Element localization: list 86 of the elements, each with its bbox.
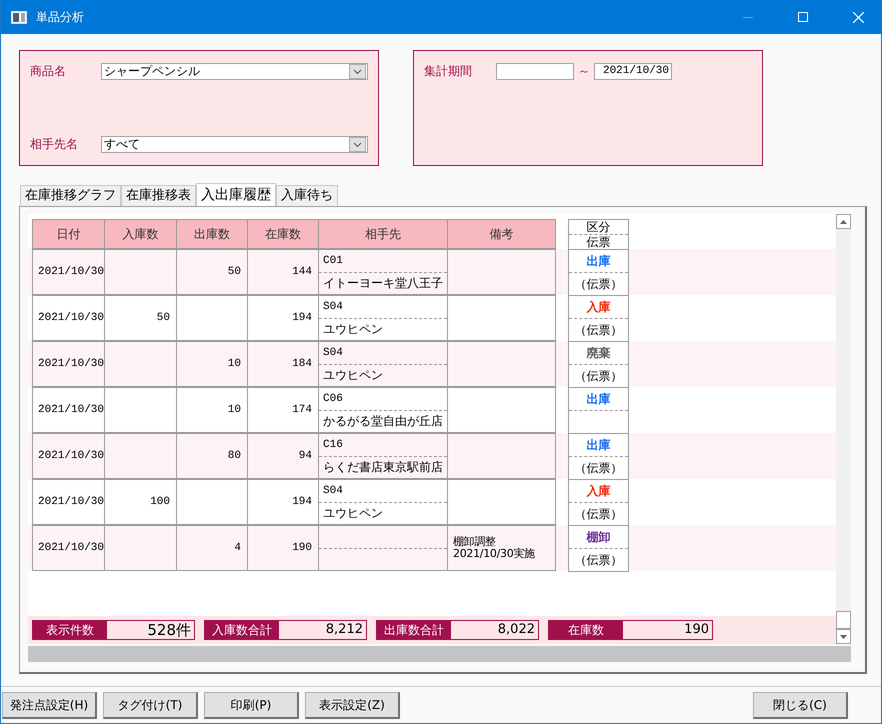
table-cell: 94	[247, 433, 319, 479]
table-cell: 4	[176, 525, 248, 571]
category-label: 出庫	[586, 436, 612, 454]
window-title: 単品分析	[36, 8, 85, 26]
table-cell: 144	[247, 249, 319, 295]
column-header: 区分	[586, 220, 612, 234]
column-header: 備考	[447, 219, 556, 249]
column-header: 在庫数	[247, 219, 319, 249]
tab[interactable]: 入庫待ち	[276, 185, 338, 206]
category-label: 出庫	[586, 252, 612, 270]
table-cell: 50	[176, 249, 248, 295]
category-label: 廃棄	[586, 344, 612, 362]
range-separator: ～	[578, 63, 590, 80]
summary-value: 190	[623, 621, 712, 639]
column-header: 日付	[32, 219, 105, 249]
action-button[interactable]: タグ付け(T)	[103, 692, 198, 719]
table-cell: ユウヒペン	[319, 318, 447, 340]
table-cell: 2021/10/30	[32, 341, 105, 387]
summary-label: 出庫数合計	[377, 621, 451, 639]
app-icon	[11, 10, 27, 24]
table-cell: 190	[247, 525, 319, 571]
field-label: 相手先名	[30, 136, 79, 153]
field-label: 商品名	[30, 63, 67, 80]
column-header: 出庫数	[176, 219, 248, 249]
close-dialog-button[interactable]: 閉じる(C)	[753, 692, 848, 719]
category-label: 棚卸	[585, 528, 612, 546]
table-cell: 10	[176, 387, 248, 433]
table-cell-text: C01	[322, 254, 344, 269]
scroll-up-icon[interactable]	[836, 214, 851, 229]
table-cell: イトーヨーキ堂八王子	[319, 272, 447, 294]
table-cell-text: S04	[322, 346, 344, 361]
table-cell: 174	[247, 387, 319, 433]
scroll-thumb[interactable]	[836, 611, 851, 629]
table-cell: 184	[247, 341, 319, 387]
column-header: 相手先	[318, 219, 448, 249]
tab[interactable]: 在庫推移表	[121, 185, 196, 206]
table-cell-text: C16	[322, 438, 344, 453]
table-cell-text: S04	[322, 484, 344, 499]
table-cell: 2021/10/30	[32, 479, 105, 525]
table-cell: 2021/10/30	[32, 387, 105, 433]
table-cell: 194	[247, 479, 319, 525]
column-header: 入庫数	[104, 219, 177, 249]
category-label: 入庫	[586, 482, 612, 500]
horizontal-scrollbar[interactable]	[28, 646, 851, 662]
category-label: 出庫	[586, 390, 612, 408]
table-cell-text: S04	[322, 300, 344, 315]
table-cell: かるがる堂自由が丘店	[319, 410, 447, 432]
table-cell: らくだ書店東京駅前店	[319, 456, 447, 478]
action-button[interactable]: 発注点設定(H)	[2, 692, 97, 719]
slip-link[interactable]: （伝票）	[569, 548, 628, 571]
combo-box[interactable]: シャープペンシル	[101, 63, 368, 80]
table-cell: 棚卸調整 2021/10/30実施	[447, 525, 556, 571]
table-cell	[176, 295, 248, 341]
table-cell	[176, 479, 248, 525]
scroll-down-icon[interactable]	[836, 629, 851, 644]
table-cell: ユウヒペン	[319, 502, 447, 524]
combo-box[interactable]: すべて	[101, 136, 368, 153]
tab[interactable]: 入出庫履歴	[196, 183, 276, 206]
table-cell-text: C06	[322, 392, 344, 407]
table-cell: 194	[247, 295, 319, 341]
summary-label: 入庫数合計	[205, 621, 279, 639]
table-cell: 2021/10/30	[32, 433, 105, 479]
table-cell: 80	[176, 433, 248, 479]
summary-label: 表示件数	[33, 621, 107, 639]
minimize-icon[interactable]	[743, 16, 753, 18]
table-cell: 2021/10/30	[32, 525, 105, 571]
summary-value: 8,212	[279, 621, 366, 639]
close-icon[interactable]	[852, 12, 864, 22]
table-cell: 2021/10/30	[32, 295, 105, 341]
vertical-scrollbar[interactable]	[836, 214, 851, 644]
table-cell: 2021/10/30	[32, 249, 105, 295]
summary-label: 在庫数	[549, 621, 623, 639]
date-field[interactable]: 2021/10/30	[594, 63, 672, 80]
summary-value: 528件	[107, 621, 194, 639]
action-button[interactable]: 表示設定(Z)	[305, 692, 400, 719]
action-button[interactable]: 印刷(P)	[204, 692, 299, 719]
table-cell: ユウヒペン	[319, 364, 447, 386]
category-label: 入庫	[586, 298, 612, 316]
date-field[interactable]	[496, 63, 574, 80]
table-cell: 50	[104, 295, 177, 341]
field-label: 集計期間	[424, 63, 473, 80]
tab[interactable]: 在庫推移グラフ	[20, 185, 121, 206]
summary-value: 8,022	[451, 621, 538, 639]
table-cell: 10	[176, 341, 248, 387]
maximize-icon[interactable]	[798, 12, 808, 22]
table-cell: 100	[104, 479, 177, 525]
